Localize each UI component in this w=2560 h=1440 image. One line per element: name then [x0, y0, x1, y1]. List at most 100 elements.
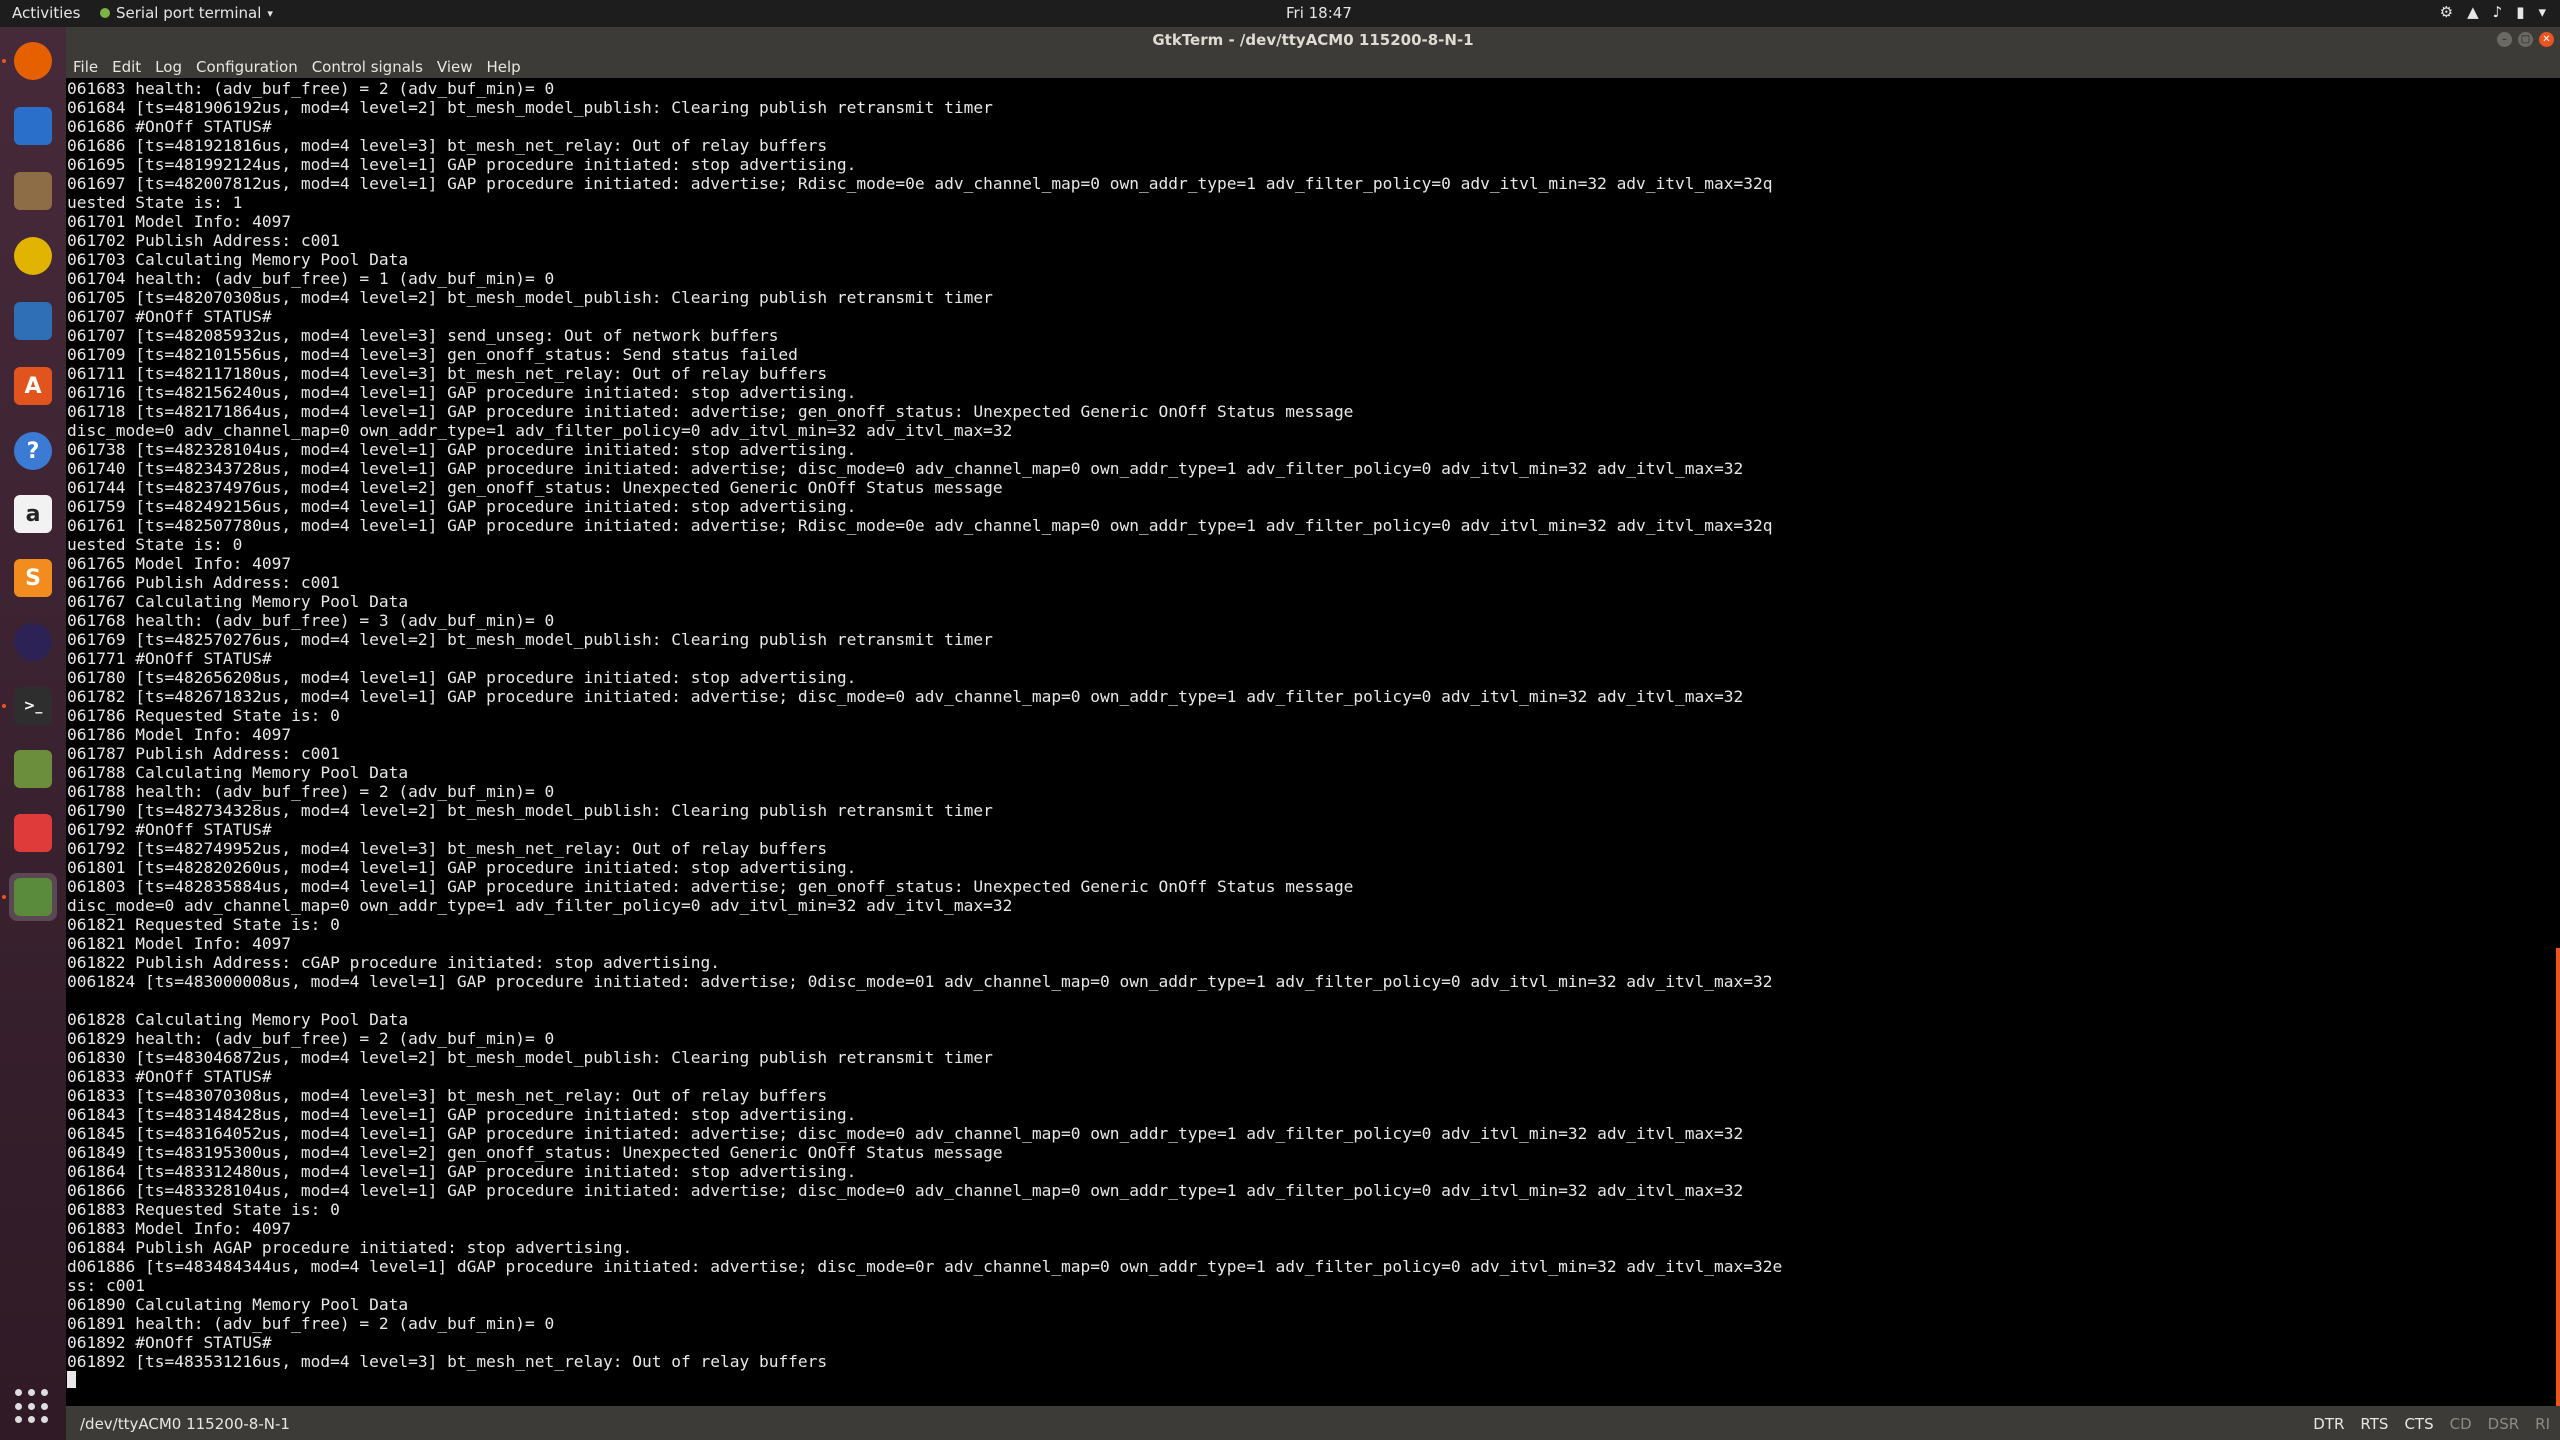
- serial-terminal-icon[interactable]: [9, 873, 57, 921]
- terminal-output[interactable]: 061683 health: (adv_buf_free) = 2 (adv_b…: [66, 78, 2560, 1406]
- terminal-line: 061740 [ts=482343728us, mod=4 level=1] G…: [67, 459, 1744, 478]
- menu-edit[interactable]: Edit: [105, 54, 148, 78]
- show-applications-icon[interactable]: [15, 1389, 51, 1425]
- window-title: GtkTerm - /dev/ttyACM0 115200-8-N-1: [1152, 31, 1474, 49]
- menu-log[interactable]: Log: [148, 54, 189, 78]
- image-viewer-icon[interactable]: [9, 745, 57, 793]
- terminal-line: 061803 [ts=482835884us, mod=4 level=1] G…: [67, 877, 1354, 896]
- terminal-line: 061716 [ts=482156240us, mod=4 level=1] G…: [67, 383, 857, 402]
- pdf-viewer-icon[interactable]: [9, 809, 57, 857]
- terminal-line: 061711 [ts=482117180us, mod=4 level=3] b…: [67, 364, 828, 383]
- amazon-icon[interactable]: a: [9, 490, 57, 538]
- terminal-line: 061707 [ts=482085932us, mod=4 level=3] s…: [67, 326, 779, 345]
- signal-cd: CD: [2449, 1415, 2472, 1433]
- maximize-icon[interactable]: □: [2518, 32, 2533, 47]
- terminal-line: 061830 [ts=483046872us, mod=4 level=2] b…: [67, 1048, 993, 1067]
- dock: A? a S >_: [0, 27, 66, 1440]
- port-settings-label: /dev/ttyACM0 115200-8-N-1: [80, 1415, 290, 1433]
- menu-help[interactable]: Help: [480, 54, 528, 78]
- rhythmbox-glyph: [14, 237, 52, 275]
- menu-view[interactable]: View: [430, 54, 480, 78]
- signal-dtr: DTR: [2313, 1415, 2345, 1433]
- terminal-line: 061822 Publish Address: cGAP procedure i…: [67, 953, 720, 972]
- running-indicator: [2, 59, 6, 63]
- activities-button[interactable]: Activities: [12, 4, 80, 22]
- terminal-line: 061761 [ts=482507780us, mod=4 level=1] G…: [67, 516, 1773, 535]
- terminal-line: 061866 [ts=483328104us, mod=4 level=1] G…: [67, 1181, 1744, 1200]
- terminal-line: 061768 health: (adv_buf_free) = 3 (adv_b…: [67, 611, 555, 630]
- terminal-line: 061890 Calculating Memory Pool Data: [67, 1295, 409, 1314]
- signal-dsr: DSR: [2487, 1415, 2520, 1433]
- menu-control-signals[interactable]: Control signals: [305, 54, 430, 78]
- close-icon[interactable]: ✕: [2539, 32, 2554, 47]
- status-bar: /dev/ttyACM0 115200-8-N-1 DTR RTS CTS CD DSR…: [66, 1406, 2560, 1440]
- writer-icon[interactable]: [9, 297, 57, 345]
- pdf-viewer-glyph: [14, 814, 52, 852]
- terminal-line: 061771 #OnOff STATUS#: [67, 649, 272, 668]
- sublime-text-glyph: S: [14, 559, 52, 597]
- terminal-line: 061821 Model Info: 4097: [67, 934, 292, 953]
- battery-icon: ▮: [2516, 3, 2525, 21]
- files-glyph: [14, 172, 52, 210]
- software-center-icon[interactable]: A: [9, 362, 57, 410]
- rhythmbox-icon[interactable]: [9, 232, 57, 280]
- terminal-line: 061683 health: (adv_buf_free) = 2 (adv_b…: [67, 79, 555, 98]
- eclipse-icon[interactable]: [9, 618, 57, 666]
- terminal-line: 061892 #OnOff STATUS#: [67, 1333, 272, 1352]
- terminal-line: uested State is: 0: [67, 535, 243, 554]
- signal-rts: RTS: [2360, 1415, 2389, 1433]
- menu-file[interactable]: File: [66, 54, 105, 78]
- help-icon[interactable]: ?: [9, 427, 57, 475]
- minimize-icon[interactable]: –: [2497, 32, 2512, 47]
- settings-indicator-icon[interactable]: ⚙: [2440, 3, 2453, 21]
- help-glyph: ?: [14, 432, 52, 470]
- firefox-icon[interactable]: [9, 37, 57, 85]
- terminal-line: ss: c001: [67, 1276, 145, 1295]
- system-tray[interactable]: ⚙ ▲ ♪ ▮ ▾: [2440, 3, 2546, 21]
- signal-ri: RI: [2535, 1415, 2550, 1433]
- terminal-line: 061759 [ts=482492156us, mod=4 level=1] G…: [67, 497, 857, 516]
- terminal-line: 061702 Publish Address: c001: [67, 231, 340, 250]
- terminal-line: 061864 [ts=483312480us, mod=4 level=1] G…: [67, 1162, 857, 1181]
- terminal-line: 061767 Calculating Memory Pool Data: [67, 592, 409, 611]
- files-icon[interactable]: [9, 167, 57, 215]
- terminal-line: 061766 Publish Address: c001: [67, 573, 340, 592]
- wifi-icon: ▲: [2467, 3, 2479, 21]
- terminal-line: 061704 health: (adv_buf_free) = 1 (adv_b…: [67, 269, 555, 288]
- terminal-line: 061821 Requested State is: 0: [67, 915, 340, 934]
- terminal-line: 061883 Requested State is: 0: [67, 1200, 340, 1219]
- terminal-line: 061780 [ts=482656208us, mod=4 level=1] G…: [67, 668, 857, 687]
- terminal-line: disc_mode=0 adv_channel_map=0 own_addr_t…: [67, 896, 1013, 915]
- terminal-icon[interactable]: >_: [9, 682, 57, 730]
- running-indicator: [2, 704, 6, 708]
- terminal-line: 061718 [ts=482171864us, mod=4 level=1] G…: [67, 402, 1354, 421]
- terminal-line: 061828 Calculating Memory Pool Data: [67, 1010, 409, 1029]
- sublime-text-icon[interactable]: S: [9, 554, 57, 602]
- control-signals: DTR RTS CTS CD DSR RI: [2313, 1415, 2550, 1433]
- scrollbar[interactable]: [2556, 948, 2560, 1406]
- terminal-line: 061707 #OnOff STATUS#: [67, 307, 272, 326]
- terminal-line: 061703 Calculating Memory Pool Data: [67, 250, 409, 269]
- terminal-line: 0061824 [ts=483000008us, mod=4 level=1] …: [67, 972, 1773, 991]
- top-bar: Activities Serial port terminal ▾ Fri 18…: [0, 0, 2560, 27]
- terminal-line: 061787 Publish Address: c001: [67, 744, 340, 763]
- thunderbird-icon[interactable]: [9, 102, 57, 150]
- terminal-line: 061792 [ts=482749952us, mod=4 level=3] b…: [67, 839, 828, 858]
- terminal-line: 061686 #OnOff STATUS#: [67, 117, 272, 136]
- terminal-line: 061786 Requested State is: 0: [67, 706, 340, 725]
- app-menu-icon: [100, 8, 110, 18]
- eclipse-glyph: [14, 623, 52, 661]
- app-menu-label: Serial port terminal: [116, 4, 262, 22]
- menu-configuration[interactable]: Configuration: [189, 54, 305, 78]
- app-menu[interactable]: Serial port terminal ▾: [100, 4, 273, 22]
- terminal-line: 061801 [ts=482820260us, mod=4 level=1] G…: [67, 858, 857, 877]
- window-titlebar[interactable]: GtkTerm - /dev/ttyACM0 115200-8-N-1 – □ …: [66, 27, 2560, 54]
- terminal-line: 061884 Publish AGAP procedure initiated:…: [67, 1238, 633, 1257]
- terminal-line: 061705 [ts=482070308us, mod=4 level=2] b…: [67, 288, 993, 307]
- terminal-line: 061786 Model Info: 4097: [67, 725, 292, 744]
- terminal-line: 061769 [ts=482570276us, mod=4 level=2] b…: [67, 630, 993, 649]
- chevron-down-icon: ▾: [267, 6, 273, 20]
- clock[interactable]: Fri 18:47: [1286, 4, 1352, 22]
- image-viewer-glyph: [14, 750, 52, 788]
